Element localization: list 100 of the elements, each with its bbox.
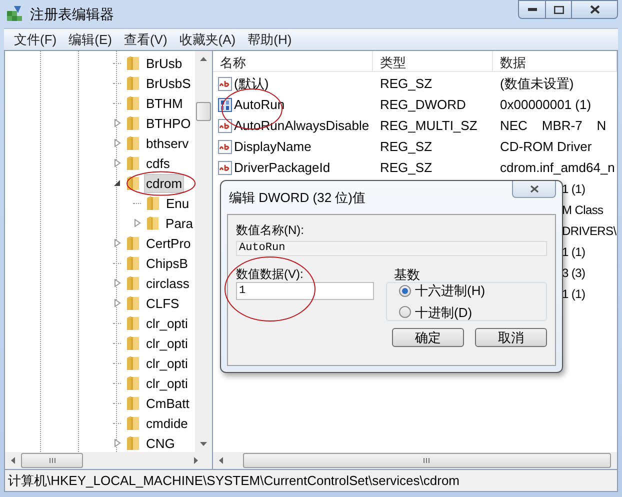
folder-icon bbox=[126, 55, 140, 71]
tree-item[interactable]: bthserv bbox=[144, 134, 191, 152]
scroll-down-icon[interactable] bbox=[200, 442, 207, 446]
scroll-left-icon[interactable] bbox=[11, 457, 15, 464]
tree-item[interactable]: circlass bbox=[144, 274, 192, 292]
string-value-icon bbox=[218, 160, 232, 174]
folder-icon bbox=[126, 75, 140, 91]
value-name-field[interactable]: AutoRun bbox=[236, 241, 547, 256]
value-data: cdrom.inf_amd64_n bbox=[499, 158, 615, 177]
tree-item[interactable]: clr_opti bbox=[144, 334, 190, 352]
folder-icon bbox=[146, 195, 160, 211]
folder-icon bbox=[146, 215, 160, 231]
collapsed-arrow-icon[interactable] bbox=[114, 139, 120, 147]
string-value-icon bbox=[218, 76, 232, 90]
tree-item[interactable]: CertPro bbox=[144, 234, 193, 252]
tree-item[interactable]: cdrom bbox=[144, 174, 184, 192]
tree-item[interactable]: BTHM bbox=[144, 94, 185, 112]
collapsed-arrow-icon[interactable] bbox=[114, 119, 120, 127]
minimize-button[interactable] bbox=[518, 0, 546, 19]
expanded-arrow-icon[interactable] bbox=[114, 179, 120, 187]
tree-item[interactable]: cmdide bbox=[144, 414, 190, 432]
menu-item[interactable]: 编辑(E) bbox=[62, 28, 118, 50]
radio-button[interactable] bbox=[399, 284, 411, 297]
maximize-icon bbox=[554, 6, 564, 14]
horizontal-scrollbar[interactable] bbox=[213, 452, 617, 469]
collapsed-arrow-icon[interactable] bbox=[114, 279, 120, 287]
value-data: 1 (1) bbox=[562, 244, 586, 260]
menu-item[interactable]: 查看(V) bbox=[118, 28, 174, 50]
close-icon bbox=[530, 185, 538, 193]
tree-item[interactable]: clr_opti bbox=[144, 374, 190, 392]
radio-button[interactable] bbox=[399, 306, 411, 318]
collapsed-arrow-icon[interactable] bbox=[114, 439, 120, 447]
tree-item[interactable]: BrUsbS bbox=[144, 74, 193, 92]
tree-item[interactable]: clr_opti bbox=[144, 314, 190, 332]
value-name-label: 数值名称(N): bbox=[236, 222, 305, 237]
column-header[interactable]: 数据 bbox=[493, 51, 617, 71]
close-button[interactable] bbox=[512, 181, 556, 198]
registry-icon bbox=[6, 5, 24, 23]
binary-value-icon bbox=[218, 98, 232, 112]
folder-icon bbox=[126, 435, 140, 451]
tree-item[interactable]: BrUsb bbox=[144, 54, 184, 72]
dialog-button[interactable]: 取消 bbox=[475, 328, 547, 347]
collapsed-arrow-icon[interactable] bbox=[114, 239, 120, 247]
value-data-field[interactable]: 1 bbox=[236, 282, 374, 300]
dialog-button[interactable]: 确定 bbox=[392, 328, 464, 347]
column-header[interactable]: 类型 bbox=[373, 51, 493, 71]
close-button[interactable] bbox=[572, 0, 618, 19]
tree-item[interactable]: CNG bbox=[144, 434, 177, 452]
tree-item[interactable]: cdfs bbox=[144, 154, 172, 172]
collapsed-arrow-icon[interactable] bbox=[114, 299, 120, 307]
tree-item[interactable]: Enu bbox=[164, 194, 192, 212]
horizontal-scrollbar[interactable] bbox=[5, 452, 212, 469]
scroll-left-icon[interactable] bbox=[219, 457, 223, 464]
tree-item[interactable]: CLFS bbox=[144, 294, 182, 312]
value-data: M Class bbox=[562, 202, 604, 218]
folder-icon bbox=[126, 375, 140, 391]
value-name[interactable]: (默认) bbox=[234, 74, 269, 94]
tree-item[interactable]: ChipsB bbox=[144, 254, 190, 272]
folder-icon bbox=[126, 255, 140, 271]
tree-item[interactable]: BTHPO bbox=[144, 114, 193, 132]
scrollbar-thumb[interactable] bbox=[196, 102, 211, 121]
value-data-label: 数值数据(V): bbox=[236, 266, 304, 281]
value-data: 1 (1) bbox=[562, 286, 586, 302]
collapsed-arrow-icon[interactable] bbox=[114, 159, 120, 167]
value-type: REG_MULTI_SZ bbox=[379, 116, 478, 135]
collapsed-arrow-icon[interactable] bbox=[134, 219, 140, 227]
menu-item[interactable]: 文件(F) bbox=[8, 28, 63, 50]
tree-item[interactable]: CmBatt bbox=[144, 394, 192, 412]
value-data: NEC MBR-7 N bbox=[499, 116, 606, 135]
folder-icon bbox=[126, 355, 140, 371]
folder-icon bbox=[126, 295, 140, 311]
scrollbar-thumb[interactable] bbox=[242, 453, 611, 468]
vertical-scrollbar[interactable] bbox=[195, 51, 212, 452]
value-type: REG_SZ bbox=[379, 158, 434, 177]
column-header[interactable]: 名称 bbox=[213, 51, 373, 71]
value-data: 0x00000001 (1) bbox=[499, 96, 592, 114]
folder-icon bbox=[126, 135, 140, 151]
value-type: REG_SZ bbox=[379, 138, 434, 156]
minimize-icon bbox=[528, 8, 536, 11]
value-name[interactable]: DriverPackageId bbox=[234, 158, 330, 178]
scroll-up-icon[interactable] bbox=[200, 57, 207, 61]
folder-icon bbox=[126, 395, 140, 411]
radio-label[interactable]: 十进制(D) bbox=[415, 302, 472, 322]
value-name[interactable]: DisplayName bbox=[234, 136, 312, 156]
folder-icon bbox=[126, 275, 140, 291]
string-value-icon bbox=[218, 140, 232, 154]
tree-item[interactable]: clr_opti bbox=[144, 354, 190, 372]
tree-item[interactable]: Para bbox=[164, 214, 195, 232]
scroll-right-icon[interactable] bbox=[194, 457, 198, 464]
folder-icon bbox=[126, 315, 140, 331]
grip-icon bbox=[423, 458, 430, 463]
menu-item[interactable]: 收藏夹(A) bbox=[173, 28, 242, 50]
folder-icon bbox=[126, 235, 140, 251]
maximize-button[interactable] bbox=[546, 0, 572, 19]
scrollbar-thumb[interactable] bbox=[21, 453, 83, 468]
folder-icon bbox=[126, 335, 140, 351]
radio-label[interactable]: 十六进制(H) bbox=[415, 281, 486, 300]
folder-icon bbox=[126, 155, 140, 171]
close-icon bbox=[590, 5, 600, 14]
menu-item[interactable]: 帮助(H) bbox=[242, 28, 298, 50]
